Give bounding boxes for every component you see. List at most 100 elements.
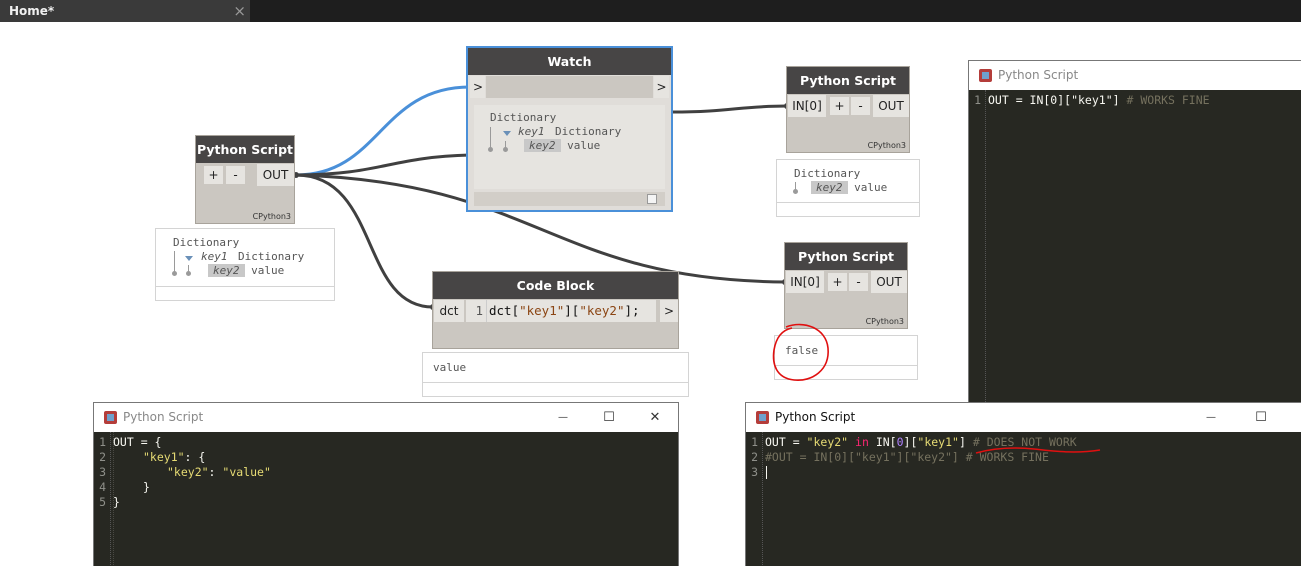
line-number: 1 [99, 435, 106, 449]
node-body: dct 1 dct["key1"]["key2"]; > [433, 299, 678, 348]
tab-strip: Home* × [0, 0, 1301, 22]
code-text: ][ [903, 435, 918, 449]
code-editor[interactable]: 1 2 3 OUT = "key2" in IN[0]["key1"] # DO… [746, 432, 1301, 566]
code-string: "key2" [806, 435, 849, 449]
node-body: > > Dictionary key1 Dictionary key2 valu… [468, 75, 671, 210]
output-port-out[interactable]: OUT [257, 164, 294, 186]
line-number: 4 [99, 480, 106, 494]
line-number: 3 [751, 465, 758, 479]
output-port-out[interactable]: OUT [871, 271, 907, 293]
wire-watch-to-ps-top[interactable] [671, 104, 788, 114]
code-string-2: "key2" [579, 303, 625, 318]
node-watch[interactable]: Watch > > Dictionary key1 Dictionary key… [466, 46, 673, 212]
add-input-button[interactable]: + [204, 166, 223, 184]
code-mid: ][ [564, 303, 580, 318]
code-editor[interactable]: 1 2 3 4 5 OUT = { "key1": { "key2": "val… [94, 432, 678, 566]
node-python-script-source[interactable]: Python Script + - OUT CPython3 [195, 135, 295, 224]
code-suffix: ]; [624, 303, 640, 318]
preview-type: Dictionary [794, 167, 861, 180]
code-block-editor[interactable]: 1 dct["key1"]["key2"]; [466, 300, 656, 322]
input-port-in0[interactable]: IN[0] [788, 95, 826, 117]
node-title: Python Script [785, 243, 907, 270]
watch-type: Dictionary [490, 111, 557, 124]
watch-output-port[interactable]: > [654, 76, 669, 98]
engine-label: CPython3 [865, 317, 904, 326]
python-editor-window-left[interactable]: Python Script — ☐ ✕ 1 2 3 4 5 OUT = { "k… [93, 402, 679, 566]
expand-icon[interactable] [503, 131, 511, 136]
node-python-script-mid[interactable]: Python Script IN[0] + - OUT CPython3 [784, 242, 908, 329]
watch-input-port[interactable]: > [470, 76, 485, 98]
preview-code-block[interactable]: value [422, 352, 689, 397]
code-text: : { [184, 450, 206, 464]
code-string: "value" [222, 465, 271, 479]
close-button[interactable]: ✕ [632, 403, 678, 432]
minimize-button[interactable]: — [1188, 403, 1234, 432]
window-title: Python Script [123, 410, 204, 424]
code-comment: # WORKS FINE [1126, 93, 1210, 107]
maximize-button[interactable]: ☐ [1238, 403, 1284, 432]
preview-key1: key1 [201, 250, 228, 263]
remove-input-button[interactable]: - [226, 166, 245, 184]
minimize-button[interactable]: — [540, 403, 586, 432]
code-line-number: 1 [475, 303, 483, 318]
tree-dot [186, 271, 191, 276]
node-python-script-top[interactable]: Python Script IN[0] + - OUT CPython3 [786, 66, 910, 153]
expand-icon[interactable] [185, 256, 193, 261]
window-titlebar[interactable]: Python Script — ☐ [746, 403, 1301, 432]
code-text: ] [958, 435, 966, 449]
add-input-button[interactable]: + [830, 97, 849, 115]
remove-input-button[interactable]: - [849, 273, 868, 291]
input-port-dct[interactable]: dct [434, 300, 464, 322]
python-app-icon [756, 411, 769, 424]
tree-dot [172, 271, 177, 276]
preview-python-script-top[interactable]: Dictionary key2 value [776, 159, 920, 217]
tree-dot [793, 189, 798, 194]
wire-source-to-watch[interactable] [295, 85, 471, 177]
code-gutter [483, 300, 487, 322]
window-titlebar[interactable]: Python Script — ☐ ✕ [94, 403, 678, 432]
maximize-button[interactable]: ☐ [586, 403, 632, 432]
python-editor-window-top[interactable]: Python Script 1 OUT = IN[0]["key1"] # WO… [968, 60, 1301, 405]
remove-input-button[interactable]: - [851, 97, 870, 115]
tree-dot [503, 147, 508, 152]
node-body: + - OUT CPython3 [196, 163, 294, 223]
node-title: Watch [468, 48, 671, 75]
code-line-4: } [143, 480, 150, 494]
code-string-1: "key1" [519, 303, 565, 318]
input-port-in0[interactable]: IN[0] [786, 271, 824, 293]
preview-value: value [433, 361, 467, 374]
window-title: Python Script [998, 68, 1079, 82]
code-prefix: dct[ [489, 303, 520, 318]
code-line-3: "key2": "value" [167, 465, 271, 479]
window-title: Python Script [775, 410, 856, 424]
python-editor-window-right[interactable]: Python Script — ☐ 1 2 3 OUT = "key2" in … [745, 402, 1301, 566]
watch-key2: key2 [524, 139, 561, 152]
line-gutter [969, 90, 986, 404]
code-text: OUT = IN[0]["key1"] [988, 93, 1120, 107]
python-app-icon [979, 69, 992, 82]
watch-key1-type: Dictionary [555, 125, 622, 138]
watch-output-area: Dictionary key1 Dictionary key2 value [474, 105, 665, 189]
code-line-1: OUT = { [113, 435, 162, 449]
annotation-underline [975, 447, 1101, 454]
tree-line [174, 251, 175, 273]
window-titlebar[interactable]: Python Script [969, 61, 1301, 90]
node-title: Code Block [433, 272, 678, 299]
tab-close-icon[interactable]: × [233, 0, 246, 22]
code-editor[interactable]: 1 OUT = IN[0]["key1"] # WORKS FINE [969, 90, 1301, 404]
output-port[interactable]: > [660, 300, 678, 322]
preview-key2: key2 [811, 181, 848, 194]
resize-handle[interactable] [647, 194, 657, 204]
watch-key1: key1 [518, 125, 545, 138]
line-number: 3 [99, 465, 106, 479]
code-line-2: "key1": { [143, 450, 205, 464]
preview-python-script-source[interactable]: Dictionary key1 Dictionary key2 value [155, 228, 335, 301]
code-text: OUT = [765, 435, 807, 449]
watch-key2-value: value [567, 139, 601, 152]
code-number: 0 [896, 435, 904, 449]
output-port-out[interactable]: OUT [873, 95, 909, 117]
add-input-button[interactable]: + [828, 273, 847, 291]
preview-key1-type: Dictionary [238, 250, 305, 263]
node-code-block[interactable]: Code Block dct 1 dct["key1"]["key2"]; > [432, 271, 679, 349]
tab-home[interactable]: Home* × [0, 0, 250, 22]
